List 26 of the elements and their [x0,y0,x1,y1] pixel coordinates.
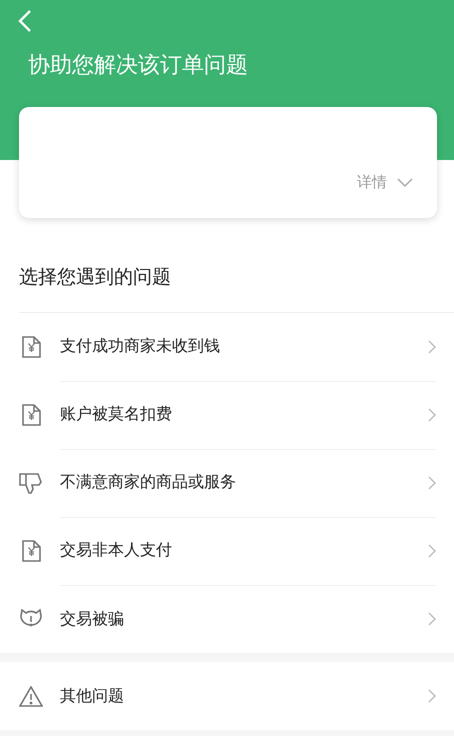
problem-label: 交易非本人支付 [60,540,173,561]
thumbs-down-icon [19,472,43,494]
chevron-right-icon [428,689,436,703]
yen-document-icon [22,404,40,426]
section-title: 选择您遇到的问题 [19,265,454,313]
chevron-down-icon [397,178,413,188]
chevron-right-icon [428,340,436,354]
problem-label: 其他问题 [60,686,125,706]
problem-item[interactable]: 交易非本人支付 [0,517,454,585]
yen-document-icon [22,540,40,562]
problem-item[interactable]: 其他问题 [0,662,454,730]
problem-item[interactable]: 支付成功商家未收到钱 [0,313,454,381]
warning-icon [19,686,43,706]
problem-item[interactable]: 交易被骗 [0,585,454,653]
problem-label: 账户被莫名扣费 [60,404,173,425]
chevron-right-icon [428,476,436,490]
problem-item[interactable]: 账户被莫名扣费 [0,381,454,449]
problem-label: 支付成功商家未收到钱 [60,336,221,357]
problem-item[interactable]: 不满意商家的商品或服务 [0,449,454,517]
chevron-right-icon [428,612,436,626]
problem-label: 交易被骗 [60,608,125,630]
problem-label: 不满意商家的商品或服务 [60,472,237,493]
chevron-right-icon [428,408,436,422]
page-title: 协助您解决该订单问题 [28,52,249,80]
chevron-right-icon [428,544,436,558]
yen-document-icon [22,336,40,358]
